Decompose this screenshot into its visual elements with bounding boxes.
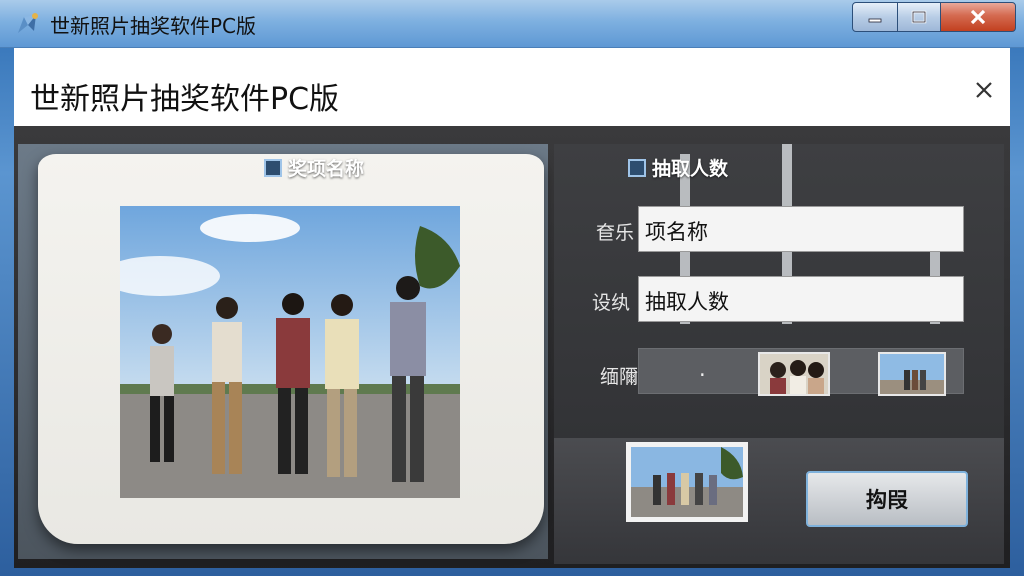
prize-name-input[interactable]: 项名称 bbox=[638, 206, 964, 252]
minimize-button[interactable] bbox=[852, 2, 898, 32]
window-title: 世新照片抽奖软件PC版 bbox=[50, 14, 257, 38]
maximize-button[interactable] bbox=[897, 2, 941, 32]
group-photo bbox=[120, 206, 460, 498]
draw-count-input[interactable]: 抽取人数 bbox=[638, 276, 964, 322]
group-photo-image bbox=[120, 206, 460, 498]
row2-label: 设纨 bbox=[592, 292, 631, 314]
draw-count-checkbox[interactable]: 抽取人数 bbox=[628, 154, 728, 181]
lottery-dialog: 世新照片抽奖软件PC版 奖项名称 抽取人数 奆乐 项名称 设纨 抽取人数 . 抅… bbox=[14, 48, 1010, 568]
preview-thumbnail[interactable] bbox=[758, 352, 830, 396]
app-icon bbox=[18, 13, 38, 33]
minimize-icon bbox=[868, 18, 882, 23]
row1-label: 奆乐 bbox=[596, 222, 635, 244]
close-icon bbox=[970, 9, 986, 25]
draw-button[interactable]: 抅叚 bbox=[806, 471, 968, 527]
row3-dot: . bbox=[699, 357, 706, 381]
window-close-button[interactable] bbox=[940, 2, 1016, 32]
checkbox-icon bbox=[628, 158, 646, 177]
window-titlebar[interactable]: 世新照片抽奖软件PC版 bbox=[0, 0, 1024, 48]
prize-name-checkbox[interactable]: 奖项名称 bbox=[264, 154, 364, 181]
result-photo bbox=[626, 442, 748, 522]
result-photo-image bbox=[631, 447, 743, 517]
dialog-close-icon[interactable] bbox=[972, 78, 996, 102]
thumbnail-image bbox=[880, 354, 944, 394]
window-controls bbox=[852, 2, 1016, 32]
maximize-icon bbox=[911, 10, 927, 24]
prize-name-label: 奖项名称 bbox=[288, 158, 365, 180]
dialog-header: 世新照片抽奖软件PC版 bbox=[14, 48, 1010, 126]
background-scene: 奖项名称 抽取人数 奆乐 项名称 设纨 抽取人数 缅隬分情 . bbox=[14, 126, 1010, 568]
checkbox-icon bbox=[264, 158, 282, 177]
preview-thumbnail[interactable] bbox=[878, 352, 946, 396]
thumbnail-image bbox=[760, 354, 828, 394]
dialog-title: 世新照片抽奖软件PC版 bbox=[30, 82, 340, 117]
draw-count-label: 抽取人数 bbox=[652, 158, 729, 180]
photo-area bbox=[18, 144, 548, 559]
